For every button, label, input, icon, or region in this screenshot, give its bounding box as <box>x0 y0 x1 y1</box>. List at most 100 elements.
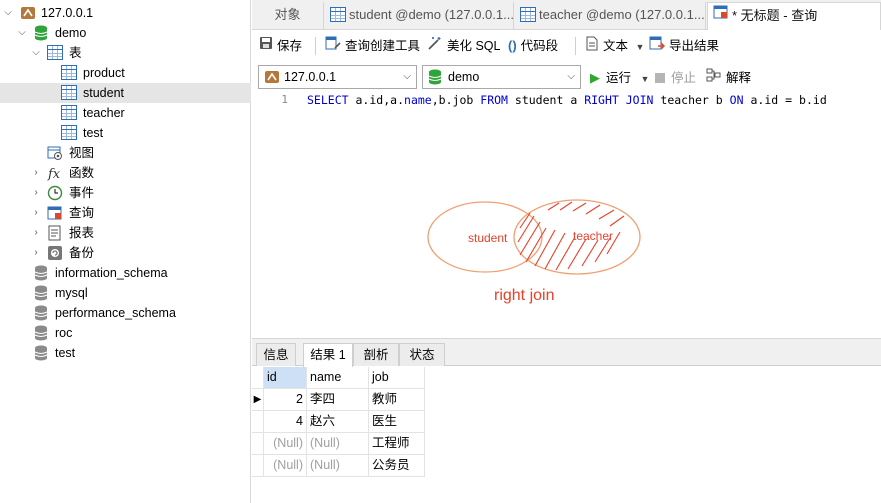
table-label: teacher <box>83 106 125 120</box>
view-icon <box>47 145 63 161</box>
table-icon <box>520 7 536 23</box>
tree-database-performance-schema[interactable]: performance_schema <box>0 303 251 323</box>
tree-database-roc[interactable]: roc <box>0 323 251 343</box>
chevron-down-icon[interactable]: ⌵ <box>31 43 41 63</box>
stop-label: 停止 <box>671 71 697 85</box>
cell-name[interactable]: 李四 <box>307 389 369 411</box>
chevron-down-icon[interactable]: ⌵ <box>3 3 13 23</box>
cell-name[interactable]: (Null) <box>307 455 369 477</box>
cell-id[interactable]: (Null) <box>264 433 307 455</box>
tab-label: 对象 <box>274 7 301 22</box>
chevron-right-icon[interactable]: › <box>31 243 41 263</box>
tab-status[interactable]: 状态 <box>399 343 445 366</box>
svg-text:fx: fx <box>47 167 61 181</box>
tree-database-demo[interactable]: ⌵ demo <box>0 23 251 43</box>
stop-icon <box>655 73 665 83</box>
column-header[interactable]: id <box>264 367 307 389</box>
tree-reports[interactable]: › 报表 <box>0 223 251 243</box>
query-builder-button[interactable]: 查询创建工具 <box>325 36 421 55</box>
table-row[interactable]: (Null) (Null) 公务员 <box>252 455 428 477</box>
connection-icon <box>264 69 280 88</box>
tree-views[interactable]: 视图 <box>0 143 251 163</box>
query-icon <box>713 3 729 29</box>
database-label: mysql <box>55 286 88 300</box>
cell-id[interactable]: 4 <box>264 411 307 433</box>
database-icon <box>34 345 50 361</box>
cell-job[interactable]: 工程师 <box>369 433 425 455</box>
magic-wand-icon <box>427 36 443 55</box>
tree-table-student[interactable]: student <box>0 83 251 103</box>
tree-table-test[interactable]: test <box>0 123 251 143</box>
explain-label: 解释 <box>726 71 752 85</box>
sql-editor[interactable]: 1 SELECT a.id,a.name,b.job FROM student … <box>252 90 881 338</box>
current-row-arrow-icon: ▶ <box>252 389 264 411</box>
tree-tables-group[interactable]: ⌵ 表 <box>0 43 251 63</box>
column-header[interactable]: name <box>307 367 369 389</box>
chevron-down-icon: ▼ <box>635 42 645 52</box>
tab-info[interactable]: 信息 <box>256 343 296 366</box>
table-icon <box>61 85 77 101</box>
cell-id[interactable]: 2 <box>264 389 307 411</box>
tab-profile[interactable]: 剖析 <box>353 343 399 366</box>
cell-job[interactable]: 医生 <box>369 411 425 433</box>
tab-student[interactable]: student @demo (127.0.0.1... <box>325 2 514 30</box>
tab-teacher[interactable]: teacher @demo (127.0.0.1... <box>515 2 706 30</box>
database-label: information_schema <box>55 266 168 280</box>
tab-label: * 无标题 - 查询 <box>732 8 818 23</box>
table-icon <box>61 125 77 141</box>
database-select[interactable]: demo ⌵ <box>422 65 581 89</box>
table-row[interactable]: 4 赵六 医生 <box>252 411 428 433</box>
tree-events[interactable]: › 事件 <box>0 183 251 203</box>
code-snippet-button[interactable]: () 代码段 <box>508 37 558 55</box>
tree-queries[interactable]: › 查询 <box>0 203 251 223</box>
tree-database-test[interactable]: test <box>0 343 251 363</box>
table-row[interactable]: (Null) (Null) 工程师 <box>252 433 428 455</box>
tab-untitled-query[interactable]: * 无标题 - 查询 <box>707 2 881 30</box>
chevron-down-icon[interactable]: ⌵ <box>17 23 27 43</box>
run-label: 运行 <box>606 71 632 85</box>
clock-icon <box>47 185 63 201</box>
explain-button[interactable]: 解释 <box>706 68 752 87</box>
column-header[interactable]: job <box>369 367 425 389</box>
table-group-icon <box>47 45 63 61</box>
grid-header: id name job <box>252 367 428 389</box>
query-builder-label: 查询创建工具 <box>345 39 421 53</box>
tree-database-mysql[interactable]: mysql <box>0 283 251 303</box>
tab-result-1[interactable]: 结果 1 <box>303 343 353 367</box>
tree-table-teacher[interactable]: teacher <box>0 103 251 123</box>
connection-select[interactable]: 127.0.0.1 ⌵ <box>258 65 417 89</box>
export-results-button[interactable]: 导出结果 <box>649 36 719 55</box>
text-button[interactable]: 文本 ▼ <box>585 36 645 55</box>
database-icon <box>34 325 50 341</box>
row-indicator <box>252 367 264 389</box>
tree-table-product[interactable]: product <box>0 63 251 83</box>
cell-name[interactable]: (Null) <box>307 433 369 455</box>
tree-backups[interactable]: › 备份 <box>0 243 251 263</box>
stop-button[interactable]: 停止 <box>655 69 696 87</box>
tree-database-information-schema[interactable]: information_schema <box>0 263 251 283</box>
tab-label: 结果 1 <box>310 348 346 362</box>
tree-connection[interactable]: ⌵ 127.0.0.1 <box>0 3 251 23</box>
save-button[interactable]: 保存 <box>259 37 302 55</box>
cell-job[interactable]: 教师 <box>369 389 425 411</box>
group-label: 查询 <box>69 206 95 220</box>
cell-job[interactable]: 公务员 <box>369 455 425 477</box>
chevron-right-icon[interactable]: › <box>31 163 41 183</box>
connection-icon <box>20 5 36 21</box>
group-label: 事件 <box>69 186 95 200</box>
query-icon <box>47 205 63 221</box>
chevron-right-icon[interactable]: › <box>31 183 41 203</box>
database-label: roc <box>55 326 73 340</box>
tree-functions[interactable]: › fx 函数 <box>0 163 251 183</box>
cell-name[interactable]: 赵六 <box>307 411 369 433</box>
table-row[interactable]: ▶ 2 李四 教师 <box>252 389 428 411</box>
chevron-right-icon[interactable]: › <box>31 203 41 223</box>
cell-id[interactable]: (Null) <box>264 455 307 477</box>
tab-label: teacher @demo (127.0.0.1... <box>539 7 705 22</box>
chevron-right-icon[interactable]: › <box>31 223 41 243</box>
beautify-sql-button[interactable]: 美化 SQL <box>427 37 501 55</box>
parentheses-icon: () <box>508 37 517 53</box>
tab-objects[interactable]: 对象 <box>252 2 324 30</box>
run-button[interactable]: ▶ 运行 ▼ <box>590 69 649 87</box>
toolbar-divider <box>575 37 576 55</box>
